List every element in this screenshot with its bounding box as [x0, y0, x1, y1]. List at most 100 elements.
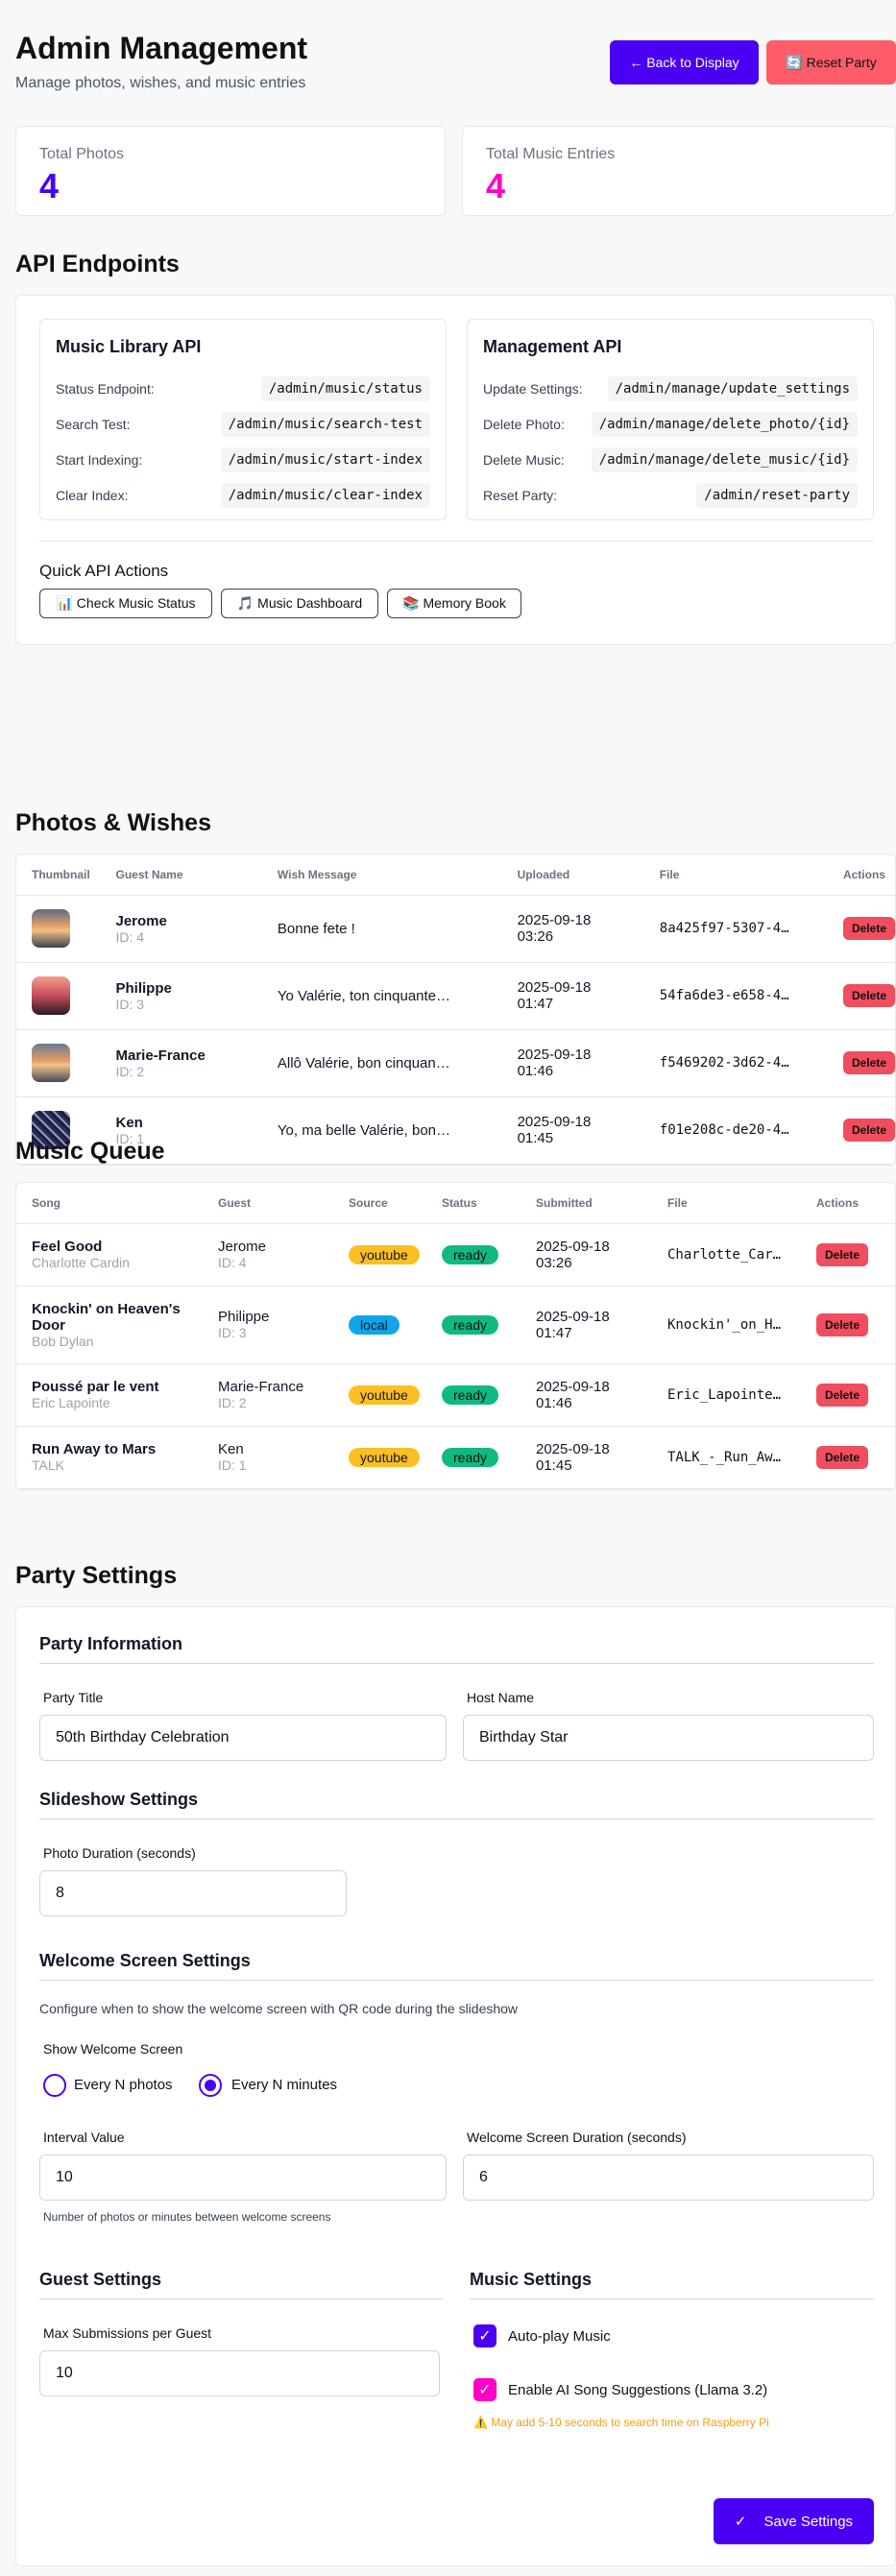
song-cell: Knockin' on Heaven's Door Bob Dylan: [16, 1286, 203, 1364]
welcome-heading: Welcome Screen Settings: [39, 1951, 251, 1970]
every-n-minutes-radio[interactable]: [199, 2074, 222, 2097]
wish-message: Bonne fete !: [261, 895, 502, 963]
save-settings-button[interactable]: ✓ Save Settings: [714, 2498, 874, 2544]
uploaded-cell: 2025-09-18 03:26: [501, 895, 644, 963]
guest-name: Jerome: [115, 912, 167, 929]
party-title-label: Party Title: [43, 1690, 104, 1705]
back-to-display-button[interactable]: ← Back to Display: [610, 40, 759, 84]
memory-book-button[interactable]: 📚 Memory Book: [387, 589, 521, 618]
source-cell: youtube: [333, 1223, 426, 1287]
photo-thumbnail[interactable]: [32, 976, 70, 1015]
delete-music-button[interactable]: Delete: [816, 1312, 869, 1336]
interval-label: Interval Value: [43, 2130, 125, 2145]
song-artist: Eric Lapointe: [32, 1395, 110, 1410]
guest-cell: Marie-France ID: 2: [100, 1029, 262, 1097]
photo-thumbnail[interactable]: [32, 1044, 70, 1082]
delete-photo-button[interactable]: Delete: [842, 917, 895, 940]
thumbnail-cell: [16, 1029, 101, 1097]
actions-cell: Delete: [827, 1029, 895, 1097]
guest-id: ID: 3: [115, 996, 145, 1012]
uploaded-cell: 2025-09-18 01:46: [501, 1029, 644, 1097]
management-api-panel: Management API Update Settings: /admin/ma…: [467, 319, 874, 520]
management-api-row: Delete Music: /admin/manage/delete_music/…: [483, 442, 858, 477]
uploaded-time: 03:26: [517, 928, 554, 945]
wish-message: Allô Valérie, bon cinquan…: [261, 1029, 502, 1097]
delete-photo-button[interactable]: Delete: [842, 1051, 895, 1074]
guest-name: Ken: [218, 1441, 244, 1457]
music-api-title: Music Library API: [56, 337, 202, 356]
photo-duration-input[interactable]: 8: [39, 1870, 347, 1916]
actions-cell: Delete: [827, 895, 895, 963]
submitted-date: 2025-09-18: [536, 1308, 610, 1325]
submitted-date: 2025-09-18: [536, 1440, 610, 1457]
reset-party-button[interactable]: 🔄 Reset Party: [766, 40, 896, 84]
delete-music-button[interactable]: Delete: [816, 1242, 869, 1266]
file-name: 8a425f97-5307-4…: [643, 895, 828, 963]
host-name-label: Host Name: [467, 1690, 535, 1705]
endpoint-path: /admin/music/start-index: [220, 446, 430, 472]
photos-table: Thumbnail Guest Name Wish Message Uploaded F…: [16, 855, 895, 1165]
endpoint-path: /admin/manage/update_settings: [607, 375, 858, 401]
thumbnail-cell: [16, 962, 101, 1030]
party-title-input[interactable]: 50th Birthday Celebration: [39, 1715, 447, 1761]
autoplay-label[interactable]: Auto-play Music: [508, 2328, 611, 2345]
ai-suggestions-checkbox[interactable]: ✓: [473, 2378, 496, 2401]
source-badge: youtube: [349, 1447, 420, 1467]
stats-row: Total Photos 4 Total Music Entries 4: [15, 110, 896, 226]
actions-cell: Delete: [801, 1286, 895, 1364]
column-header: Song: [16, 1183, 203, 1224]
song-title: Run Away to Mars: [32, 1441, 157, 1457]
welcome-description: Configure when to show the welcome scree…: [39, 2001, 519, 2016]
endpoint-label: Search Test:: [56, 416, 131, 432]
actions-cell: Delete: [801, 1223, 895, 1287]
settings-card: Party Information Party Title 50th Birth…: [15, 1606, 896, 2566]
guest-id: ID: 4: [115, 928, 145, 945]
every-n-photos-label[interactable]: Every N photos: [74, 2077, 173, 2093]
uploaded-date: 2025-09-18: [517, 1114, 592, 1130]
actions-cell: Delete: [801, 1363, 895, 1427]
guest-name: Marie-France: [218, 1379, 304, 1395]
interval-input[interactable]: 10: [39, 2155, 447, 2201]
music-api-row: Start Indexing: /admin/music/start-index: [56, 442, 430, 477]
guest-cell: Philippe ID: 3: [100, 962, 262, 1030]
total-photos-label: Total Photos: [39, 146, 125, 162]
delete-music-button[interactable]: Delete: [816, 1445, 869, 1469]
host-name-input[interactable]: Birthday Star: [463, 1715, 874, 1761]
total-music-label: Total Music Entries: [486, 146, 616, 162]
file-name: TALK_-_Run_Aw…: [652, 1426, 801, 1489]
file-name: Knockin'_on_H…: [652, 1286, 801, 1364]
photo-thumbnail[interactable]: [32, 909, 70, 948]
music-dashboard-button[interactable]: 🎵 Music Dashboard: [221, 589, 378, 618]
guest-id: ID: 1: [218, 1457, 247, 1473]
status-cell: ready: [426, 1223, 521, 1287]
show-welcome-label: Show Welcome Screen: [43, 2041, 183, 2057]
endpoint-label: Clear Index:: [56, 487, 129, 503]
actions-cell: Delete: [801, 1426, 895, 1489]
submitted-cell: 2025-09-18 01:45: [521, 1426, 652, 1489]
settings-section-title: Party Settings: [15, 1562, 178, 1589]
music-api-row: Status Endpoint: /admin/music/status: [56, 371, 430, 406]
delete-photo-button[interactable]: Delete: [842, 984, 895, 1007]
every-n-minutes-label[interactable]: Every N minutes: [231, 2077, 337, 2093]
ai-suggestions-label[interactable]: Enable AI Song Suggestions (Llama 3.2): [508, 2382, 767, 2398]
max-submissions-label: Max Submissions per Guest: [43, 2325, 212, 2341]
endpoint-path: /admin/manage/delete_photo/{id}: [591, 411, 858, 437]
source-cell: youtube: [333, 1426, 426, 1489]
max-submissions-input[interactable]: 10: [39, 2350, 440, 2396]
status-cell: ready: [426, 1426, 521, 1489]
delete-music-button[interactable]: Delete: [816, 1383, 869, 1407]
guest-id: ID: 3: [218, 1325, 247, 1340]
check-music-status-button[interactable]: 📊 Check Music Status: [39, 589, 212, 618]
table-row: Run Away to Mars TALK Ken ID: 1 youtube ready…: [16, 1426, 895, 1489]
submitted-time: 01:47: [536, 1324, 572, 1341]
submitted-time: 01:45: [536, 1457, 572, 1474]
endpoint-path: /admin/music/status: [260, 375, 430, 401]
autoplay-checkbox[interactable]: ✓: [473, 2324, 496, 2347]
welcome-duration-input[interactable]: 6: [463, 2155, 874, 2201]
management-api-row: Delete Photo: /admin/manage/delete_photo/…: [483, 406, 858, 442]
wish-message: Yo Valérie, ton cinquante…: [261, 962, 502, 1030]
submitted-cell: 2025-09-18 01:47: [521, 1286, 652, 1364]
source-badge: youtube: [349, 1384, 420, 1405]
every-n-photos-radio[interactable]: [43, 2074, 66, 2097]
submitted-cell: 2025-09-18 01:46: [521, 1363, 652, 1427]
